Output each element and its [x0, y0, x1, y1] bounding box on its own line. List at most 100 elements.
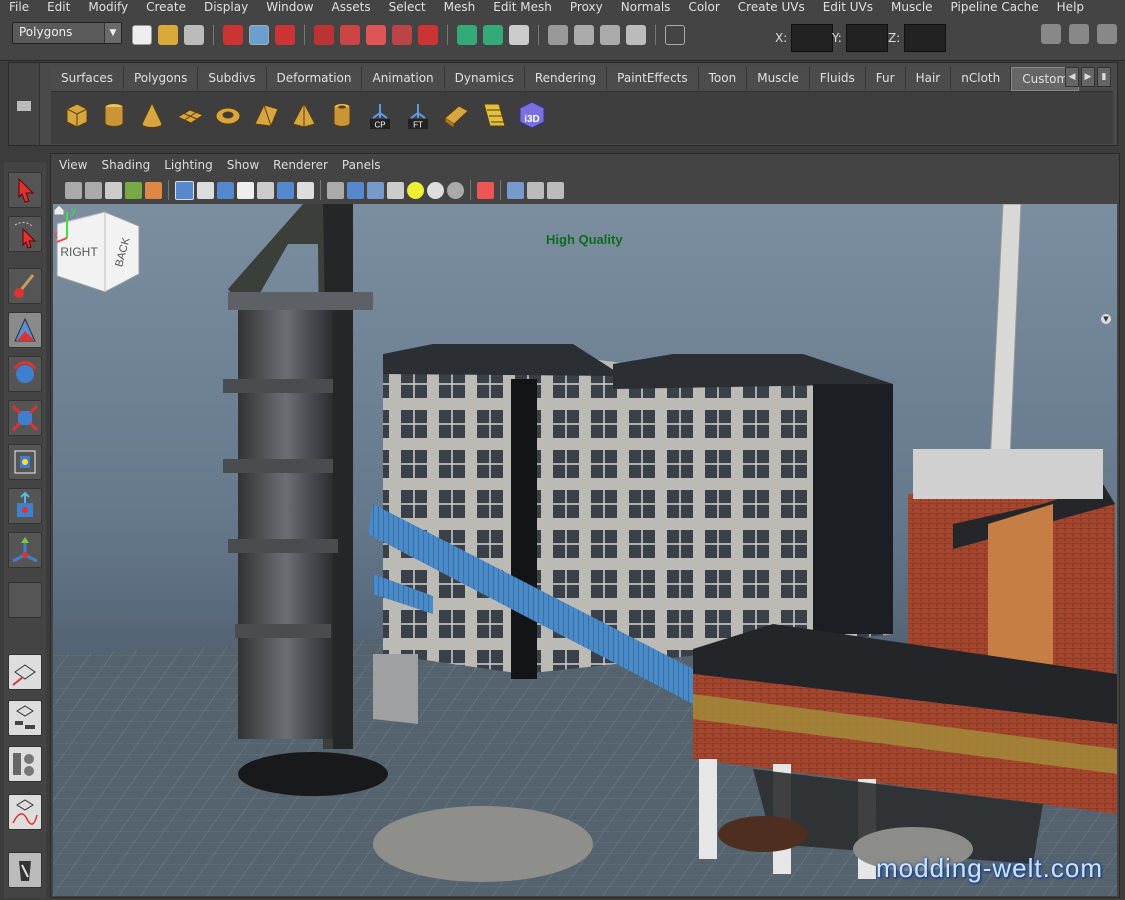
viewcube-menu-icon[interactable]: ▼: [1101, 314, 1111, 324]
snap-curve-icon[interactable]: [340, 25, 360, 45]
safe-action-icon[interactable]: [277, 181, 294, 199]
film-gate-icon[interactable]: [197, 181, 214, 199]
camera-attributes-icon[interactable]: [85, 181, 102, 199]
shelf-tab-dynamics[interactable]: Dynamics: [444, 67, 525, 89]
image-plane-icon[interactable]: [125, 181, 142, 199]
persp-graph-layout-button[interactable]: [8, 746, 42, 782]
wireframe-on-shaded-icon[interactable]: [367, 181, 384, 199]
menu-set-selector[interactable]: Polygons ▼: [12, 22, 122, 44]
panel-menu-shading[interactable]: Shading: [101, 158, 150, 172]
script-editor-button[interactable]: [8, 852, 42, 888]
soft-mod-tool-button[interactable]: [8, 488, 42, 524]
isolate-select-icon[interactable]: [507, 181, 524, 199]
menu-normals[interactable]: Normals: [612, 0, 680, 14]
xray-icon[interactable]: [477, 181, 494, 199]
menu-assets[interactable]: Assets: [323, 0, 380, 14]
persp-outliner-layout-button[interactable]: [8, 700, 42, 736]
menu-edit[interactable]: Edit: [38, 0, 79, 14]
cylinder-icon[interactable]: [99, 100, 129, 130]
shelf-tab-surfaces[interactable]: Surfaces: [51, 67, 124, 89]
field-chart-icon[interactable]: [257, 181, 274, 199]
single-pane-layout-button[interactable]: [8, 654, 42, 690]
ipr-render-icon[interactable]: [574, 25, 594, 45]
select-hierarchy-icon[interactable]: [223, 25, 243, 45]
grid-toggle-icon[interactable]: [175, 180, 194, 200]
transform-field-mode-icon[interactable]: [665, 25, 685, 45]
freeze-transform-icon[interactable]: FT: [403, 100, 433, 130]
snap-view-plane-icon[interactable]: [392, 25, 412, 45]
select-object-icon[interactable]: [249, 25, 269, 45]
manipulator-tool-button[interactable]: [8, 444, 42, 480]
render-frame-icon[interactable]: [548, 25, 568, 45]
shelf-tab-fur[interactable]: Fur: [865, 67, 906, 89]
paint-select-tool-button[interactable]: [8, 268, 42, 304]
shelf-tab-hair[interactable]: Hair: [905, 67, 952, 89]
select-component-icon[interactable]: [275, 25, 295, 45]
menu-create-uvs[interactable]: Create UVs: [729, 0, 814, 14]
rotate-tool-button[interactable]: [8, 356, 42, 392]
torus-icon[interactable]: [213, 100, 243, 130]
wireframe-icon[interactable]: [327, 181, 344, 199]
menu-help[interactable]: Help: [1048, 0, 1093, 14]
xray-joints-icon[interactable]: [527, 181, 544, 199]
prism-icon[interactable]: [251, 100, 281, 130]
shelf-tab-animation[interactable]: Animation: [362, 67, 445, 89]
shelf-tab-deformation[interactable]: Deformation: [266, 67, 363, 89]
share-icon[interactable]: [547, 181, 564, 199]
menu-color[interactable]: Color: [679, 0, 728, 14]
panel-menu-view[interactable]: View: [59, 158, 87, 172]
cube-icon[interactable]: [61, 100, 91, 130]
menu-select[interactable]: Select: [380, 0, 435, 14]
menu-proxy[interactable]: Proxy: [561, 0, 612, 14]
panel-menu-lighting[interactable]: Lighting: [164, 158, 213, 172]
pipe-icon[interactable]: [327, 100, 357, 130]
channel-box-icon[interactable]: [1097, 24, 1117, 44]
bookmarks-icon[interactable]: [105, 181, 122, 199]
snap-point-icon[interactable]: [366, 25, 386, 45]
menu-edit-uvs[interactable]: Edit UVs: [814, 0, 882, 14]
menu-display[interactable]: Display: [195, 0, 257, 14]
shelf-tab-ncloth[interactable]: nCloth: [951, 67, 1012, 89]
shelf-next-icon[interactable]: ▶: [1081, 67, 1095, 87]
open-scene-icon[interactable]: [158, 25, 178, 45]
construction-history-icon[interactable]: [509, 25, 529, 45]
high-quality-icon[interactable]: [447, 181, 464, 199]
menu-modify[interactable]: Modify: [79, 0, 137, 14]
input-ops-icon[interactable]: [457, 25, 477, 45]
shadows-icon[interactable]: [427, 181, 444, 199]
shelf-tab-painteffects[interactable]: PaintEffects: [607, 67, 699, 89]
menu-mesh[interactable]: Mesh: [435, 0, 485, 14]
move-tool-button[interactable]: [8, 312, 42, 348]
uv-icon[interactable]: [479, 100, 509, 130]
new-scene-icon[interactable]: [132, 25, 152, 45]
output-ops-icon[interactable]: [483, 25, 503, 45]
panel-menu-show[interactable]: Show: [227, 158, 259, 172]
shelf-tab-polygons[interactable]: Polygons: [123, 67, 199, 89]
tool-settings-icon[interactable]: [1069, 24, 1089, 44]
menu-file[interactable]: File: [0, 0, 38, 14]
last-tool-button[interactable]: [8, 532, 42, 568]
panel-menu-panels[interactable]: Panels: [342, 158, 381, 172]
attribute-editor-icon[interactable]: [1041, 24, 1061, 44]
center-pivot-icon[interactable]: CP: [365, 100, 395, 130]
make-live-icon[interactable]: [418, 25, 438, 45]
empty-tool-slot[interactable]: [8, 582, 42, 618]
persp-curve-layout-button[interactable]: [8, 794, 42, 830]
shelf-tab-rendering[interactable]: Rendering: [524, 67, 608, 89]
lasso-tool-button[interactable]: [8, 216, 42, 252]
hypershade-icon[interactable]: [626, 25, 646, 45]
shelf-menu-icon[interactable]: [17, 101, 31, 111]
menu-pipeline-cache[interactable]: Pipeline Cache: [942, 0, 1048, 14]
snap-grid-icon[interactable]: [314, 25, 334, 45]
shelf-tab-subdivs[interactable]: Subdivs: [198, 67, 267, 89]
pyramid-icon[interactable]: [289, 100, 319, 130]
resolution-gate-icon[interactable]: [217, 181, 234, 199]
gate-mask-icon[interactable]: [237, 181, 254, 199]
scale-tool-button[interactable]: [8, 400, 42, 436]
shelf-trash-icon[interactable]: ▮: [1097, 67, 1111, 87]
2d-pan-zoom-icon[interactable]: [145, 181, 162, 199]
safe-title-icon[interactable]: [297, 181, 314, 199]
panel-menu-renderer[interactable]: Renderer: [273, 158, 328, 172]
z-field[interactable]: [904, 24, 947, 52]
use-all-lights-icon[interactable]: [407, 181, 424, 199]
